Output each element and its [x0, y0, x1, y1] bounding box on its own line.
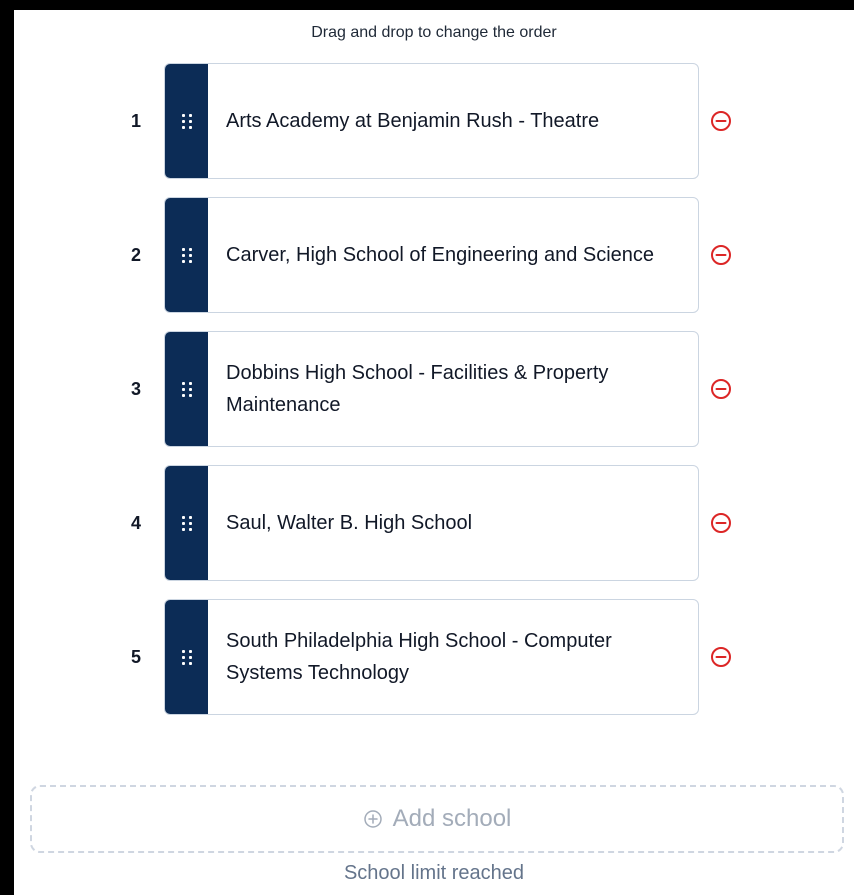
add-school-label: Add school	[392, 805, 512, 832]
school-ranking-panel: Drag and drop to change the order 1 Arts…	[14, 10, 854, 895]
remove-school-button[interactable]	[709, 599, 733, 715]
remove-school-button[interactable]	[709, 465, 733, 581]
rank-number: 2	[130, 244, 141, 265]
school-row: 1 Arts Academy at Benjamin Rush - Theatr…	[14, 63, 854, 179]
rank-number: 4	[130, 512, 141, 533]
minus-circle-icon	[711, 647, 731, 667]
minus-circle-icon	[711, 245, 731, 265]
school-card[interactable]: Arts Academy at Benjamin Rush - Theatre	[164, 63, 699, 179]
school-row: 5 South Philadelphia High School - Compu…	[14, 599, 854, 715]
school-card[interactable]: Carver, High School of Engineering and S…	[164, 197, 699, 313]
school-row: 4 Saul, Walter B. High School	[14, 465, 854, 581]
minus-circle-icon	[711, 513, 731, 533]
remove-school-button[interactable]	[709, 331, 733, 447]
school-name: Arts Academy at Benjamin Rush - Theatre	[226, 110, 600, 132]
school-limit-message: School limit reached	[343, 862, 525, 884]
drag-grip-icon	[181, 113, 192, 129]
school-name: Saul, Walter B. High School	[226, 512, 473, 534]
drag-instructions: Drag and drop to change the order	[311, 24, 557, 41]
plus-circle-icon	[363, 810, 382, 828]
drag-grip-icon	[181, 381, 192, 397]
remove-school-button[interactable]	[709, 63, 733, 179]
minus-circle-icon	[711, 111, 731, 131]
rank-number: 1	[130, 110, 141, 131]
rank-number: 5	[130, 646, 141, 667]
drag-grip-icon	[181, 515, 192, 531]
minus-circle-icon	[711, 379, 731, 399]
drag-grip-icon	[181, 649, 192, 665]
school-card[interactable]: Dobbins High School - Facilities & Prope…	[164, 331, 699, 447]
school-row: 3 Dobbins High School - Facilities & Pro…	[14, 331, 854, 447]
rank-number: 3	[130, 378, 141, 399]
school-name: South Philadelphia High School - Compute…	[226, 630, 612, 684]
remove-school-button[interactable]	[709, 197, 733, 313]
drag-handle[interactable]	[165, 64, 208, 178]
add-school-button[interactable]: Add school	[30, 785, 844, 853]
school-card[interactable]: South Philadelphia High School - Compute…	[164, 599, 699, 715]
school-row: 2 Carver, High School of Engineering and…	[14, 197, 854, 313]
school-name: Dobbins High School - Facilities & Prope…	[226, 362, 609, 416]
drag-grip-icon	[181, 247, 192, 263]
school-card[interactable]: Saul, Walter B. High School	[164, 465, 699, 581]
drag-handle[interactable]	[165, 332, 208, 446]
school-name: Carver, High School of Engineering and S…	[226, 244, 655, 266]
drag-handle[interactable]	[165, 600, 208, 714]
drag-handle[interactable]	[165, 198, 208, 312]
drag-handle[interactable]	[165, 466, 208, 580]
